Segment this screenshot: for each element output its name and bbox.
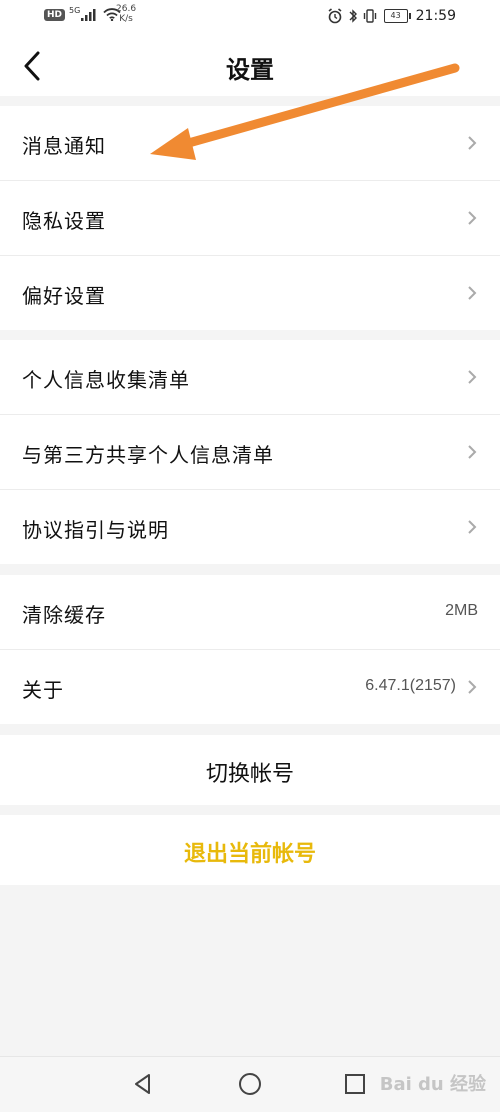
- settings-item-label: 协议指引与说明: [22, 518, 169, 542]
- settings-item-label: 隐私设置: [22, 209, 106, 233]
- settings-group-app: 清除缓存 2MB 关于 6.47.1(2157): [0, 575, 500, 724]
- settings-item-label: 与第三方共享个人信息清单: [22, 443, 274, 467]
- page-title: 设置: [226, 56, 274, 84]
- header: 设置: [0, 34, 500, 96]
- network-speed: 26.6 K/s: [116, 4, 136, 24]
- settings-item-clear-cache[interactable]: 清除缓存 2MB: [0, 575, 500, 650]
- settings-item-collected-info-list[interactable]: 个人信息收集清单: [0, 340, 500, 415]
- alarm-icon: [328, 8, 342, 24]
- status-bar: HD 5G 26.6 K/s 43 21:59: [0, 0, 500, 34]
- settings-item-label: 消息通知: [22, 134, 106, 158]
- hd-badge: HD: [44, 8, 66, 21]
- bluetooth-icon: [349, 9, 357, 23]
- logout-label: 退出当前帐号: [183, 842, 316, 867]
- settings-group-personal-info: 个人信息收集清单 与第三方共享个人信息清单 协议指引与说明: [0, 340, 500, 564]
- settings-item-about[interactable]: 关于 6.47.1(2157): [0, 650, 500, 724]
- signal-icon: [81, 8, 96, 21]
- network-type: 5G: [69, 6, 81, 15]
- status-right: 43 21:59: [327, 8, 456, 24]
- chevron-right-icon: [468, 445, 477, 459]
- nav-home-icon[interactable]: [237, 1071, 263, 1097]
- cache-size-value: 2MB: [445, 602, 478, 619]
- battery-icon: 43: [383, 9, 411, 23]
- chevron-right-icon: [468, 136, 477, 150]
- chevron-right-icon: [468, 520, 477, 534]
- chevron-right-icon: [468, 680, 477, 694]
- settings-group-general: 消息通知 隐私设置 偏好设置: [0, 106, 500, 330]
- watermark: Bai du 经验: [379, 1074, 486, 1095]
- speed-value: 26.6: [116, 4, 137, 14]
- settings-item-label: 关于: [22, 678, 64, 702]
- logout-button[interactable]: 退出当前帐号: [0, 815, 500, 885]
- settings-item-preferences[interactable]: 偏好设置: [0, 256, 500, 330]
- settings-item-third-party-sharing-list[interactable]: 与第三方共享个人信息清单: [0, 415, 500, 490]
- chevron-right-icon: [468, 211, 477, 225]
- settings-item-label: 偏好设置: [22, 284, 106, 308]
- vibrate-icon: [363, 9, 376, 23]
- status-left: HD 5G: [44, 6, 121, 21]
- switch-account-label: 切换帐号: [205, 762, 294, 787]
- settings-item-privacy[interactable]: 隐私设置: [0, 181, 500, 256]
- settings-item-label: 清除缓存: [22, 603, 106, 627]
- app-version-value: 6.47.1(2157): [365, 677, 456, 694]
- status-time: 21:59: [415, 8, 456, 24]
- nav-recents-icon[interactable]: [342, 1071, 368, 1097]
- settings-item-notifications[interactable]: 消息通知: [0, 106, 500, 181]
- nav-back-icon[interactable]: [130, 1071, 156, 1097]
- switch-account-button[interactable]: 切换帐号: [0, 735, 500, 805]
- settings-item-label: 个人信息收集清单: [22, 368, 190, 392]
- chevron-right-icon: [468, 370, 477, 384]
- chevron-right-icon: [468, 286, 477, 300]
- settings-item-agreements[interactable]: 协议指引与说明: [0, 490, 500, 564]
- speed-unit: K/s: [119, 14, 133, 24]
